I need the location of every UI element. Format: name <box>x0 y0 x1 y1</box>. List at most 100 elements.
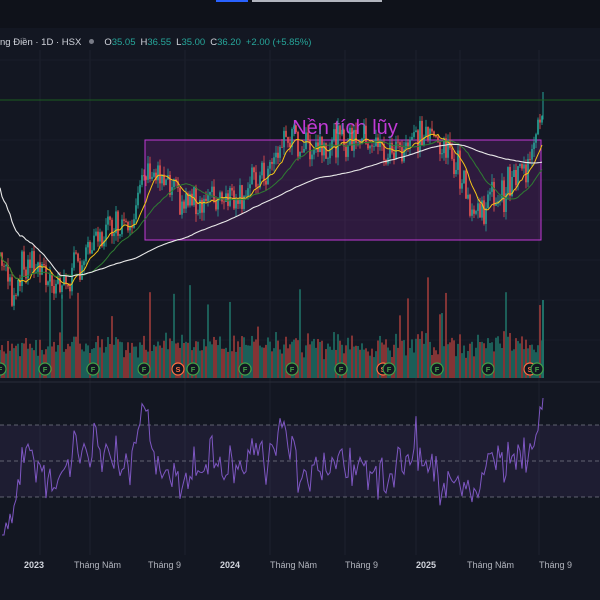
candle-body <box>513 169 515 178</box>
candle-body <box>275 152 277 158</box>
volume-bar <box>67 343 69 378</box>
svg-text:S: S <box>175 365 180 374</box>
volume-bar <box>51 346 53 378</box>
volume-bar <box>223 348 225 378</box>
volume-bar <box>85 343 87 378</box>
candle-body <box>55 283 57 294</box>
volume-bar <box>251 335 253 378</box>
candle-body <box>107 216 109 225</box>
svg-text:F: F <box>91 365 96 374</box>
candle-body <box>193 187 195 206</box>
volume-bar <box>323 359 325 378</box>
candle-body <box>393 152 395 159</box>
candle-body <box>209 192 211 195</box>
candle-body <box>139 184 141 193</box>
candle-body <box>419 120 421 152</box>
candle-body <box>415 130 417 133</box>
volume-bar <box>81 349 83 378</box>
svg-text:F: F <box>435 365 440 374</box>
volume-bar <box>119 341 121 378</box>
candle-body <box>529 159 531 160</box>
candle-body <box>519 164 521 167</box>
candle-body <box>253 167 255 173</box>
candle-body <box>251 167 253 185</box>
candle-body <box>73 252 75 268</box>
candle-body <box>241 185 243 209</box>
candle-body <box>515 169 517 186</box>
candle-body <box>463 170 465 184</box>
volume-bar <box>469 343 471 378</box>
svg-text:F: F <box>387 365 392 374</box>
volume-bar <box>11 343 13 378</box>
volume-bar <box>409 347 411 378</box>
volume-bar <box>455 356 457 378</box>
candle-body <box>395 141 397 159</box>
candle-body <box>255 172 257 187</box>
volume-bar <box>513 349 515 378</box>
candle-body <box>197 213 199 215</box>
volume-bar <box>157 341 159 378</box>
candle-body <box>299 151 301 157</box>
candle-body <box>29 259 31 268</box>
candle-body <box>15 295 17 296</box>
financial-marker-icon: F <box>285 362 299 376</box>
volume-bar <box>429 341 431 378</box>
candle-body <box>47 281 49 285</box>
x-tick-label: Tháng 9 <box>148 560 182 570</box>
volume-bar <box>477 334 479 378</box>
volume-bar <box>359 349 361 378</box>
candle-body <box>35 271 37 273</box>
candle-body <box>147 163 149 180</box>
candle-body <box>231 187 233 191</box>
candle-body <box>301 151 303 153</box>
volume-bar <box>267 337 269 378</box>
candle-body <box>455 169 457 175</box>
volume-bar <box>423 343 425 378</box>
volume-bar <box>349 349 351 378</box>
volume-bar <box>271 351 273 378</box>
accumulation-box <box>144 139 542 241</box>
volume-bar <box>367 351 369 378</box>
candle-body <box>281 146 283 148</box>
candle-body <box>271 161 273 164</box>
volume-bar <box>397 347 399 378</box>
volume-bar <box>461 353 463 378</box>
price-chart-canvas[interactable]: FFFFSFFFFSFFFSF Nền tích lũy <box>0 0 600 600</box>
candle-body <box>75 252 77 254</box>
volume-bar <box>69 346 71 378</box>
candle-body <box>203 198 205 213</box>
candle-body <box>521 164 523 169</box>
candle-body <box>11 277 13 306</box>
candle-body <box>31 251 33 268</box>
candle-body <box>137 192 139 206</box>
volume-bar <box>403 340 405 378</box>
candle-body <box>305 132 307 149</box>
volume-bar <box>273 348 275 378</box>
volume-bar <box>115 337 117 378</box>
candle-body <box>133 219 135 228</box>
candle-body <box>93 235 95 251</box>
candle-body <box>357 142 359 144</box>
volume-bar <box>165 332 167 378</box>
volume-bar <box>159 345 161 378</box>
financial-marker-icon: F <box>137 362 151 376</box>
candle-body <box>303 148 305 153</box>
volume-bar <box>303 357 305 378</box>
x-tick-label: 2023 <box>24 560 45 570</box>
candle-body <box>345 146 347 157</box>
candle-body <box>523 164 525 169</box>
candle-body <box>287 136 289 143</box>
x-tick-label: Tháng Năm <box>270 560 318 570</box>
candle-body <box>83 261 85 266</box>
volume-bar <box>23 343 25 378</box>
candle-body <box>205 198 207 202</box>
candle-body <box>337 125 339 158</box>
candle-body <box>185 193 187 209</box>
candle-body <box>501 180 503 201</box>
volume-bar <box>445 292 447 378</box>
volume-bar <box>257 326 259 378</box>
svg-text:F: F <box>243 365 248 374</box>
volume-bar <box>53 341 55 378</box>
candle-body <box>223 201 225 203</box>
volume-bar <box>333 332 335 378</box>
